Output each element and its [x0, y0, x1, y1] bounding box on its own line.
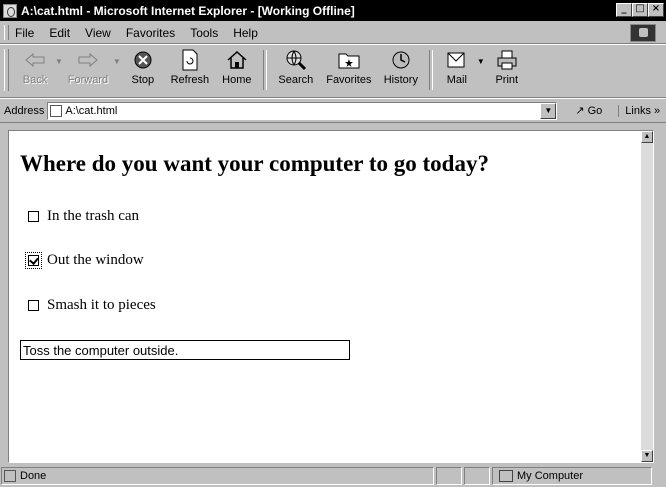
forward-dropdown-icon[interactable]: ▼ [113, 57, 121, 66]
history-label: History [383, 74, 418, 86]
menu-help[interactable]: Help [233, 26, 258, 40]
back-button[interactable]: Back [15, 45, 55, 95]
address-label: Address [4, 104, 45, 117]
search-label: Search [278, 74, 314, 86]
option-window: Out the window [25, 252, 144, 269]
search-button[interactable]: Search [271, 45, 321, 95]
home-button[interactable]: Home [215, 45, 259, 95]
links-button[interactable]: Links » [618, 104, 660, 117]
back-label: Back [22, 74, 48, 86]
favorites-label: Favorites [326, 74, 372, 86]
home-icon [226, 48, 248, 72]
menu-edit[interactable]: Edit [49, 26, 70, 40]
print-label: Print [495, 74, 519, 86]
page-content: Where do you want your computer to go to… [8, 130, 654, 463]
page-icon [50, 104, 63, 117]
mail-dropdown-icon[interactable]: ▼ [477, 57, 485, 66]
vertical-scrollbar[interactable]: ▲ ▼ [641, 131, 653, 462]
text-field[interactable]: Toss the computer outside. [20, 340, 350, 360]
print-button[interactable]: Print [485, 45, 529, 95]
printer-icon [496, 48, 518, 72]
links-label: Links [625, 104, 651, 117]
mail-label: Mail [446, 74, 467, 86]
address-bar: Address A:\cat.html ▼ ↗ Go Links » [0, 98, 666, 123]
mail-button[interactable]: Mail [437, 45, 477, 95]
menu-tools[interactable]: Tools [190, 26, 218, 40]
status-text-pane: Done [1, 467, 434, 485]
forward-label: Forward [67, 74, 109, 86]
status-zone-pane: My Computer [492, 467, 652, 485]
stop-label: Stop [131, 74, 155, 86]
favorites-folder-icon [338, 48, 360, 72]
toolbar-separator [428, 50, 433, 90]
back-dropdown-icon[interactable]: ▼ [55, 57, 63, 66]
standard-toolbar: Back ▼ Forward ▼ Stop Refresh Home Searc… [0, 44, 666, 98]
status-progress-pane [436, 467, 462, 485]
trash-checkbox[interactable] [28, 211, 39, 222]
status-bar: Done My Computer [0, 465, 666, 487]
page-heading: Where do you want your computer to go to… [20, 151, 489, 176]
option-trash: In the trash can [28, 208, 139, 225]
computer-icon [499, 470, 513, 482]
favorites-button[interactable]: Favorites [321, 45, 377, 95]
go-button[interactable]: ↗ Go [575, 104, 603, 118]
window-checkbox[interactable] [25, 252, 42, 269]
address-value: A:\cat.html [65, 104, 118, 117]
option-label: Out the window [47, 252, 144, 268]
address-input[interactable]: A:\cat.html ▼ [47, 101, 558, 120]
window-controls: _ □ × [616, 3, 664, 17]
page-done-icon [4, 470, 16, 482]
option-smash: Smash it to pieces [28, 297, 156, 314]
minimize-button[interactable]: _ [616, 3, 632, 17]
stop-button[interactable]: Stop [121, 45, 165, 95]
history-button[interactable]: History [377, 45, 425, 95]
forward-arrow-icon [77, 48, 99, 72]
window-title: A:\cat.html - Microsoft Internet Explore… [21, 3, 355, 18]
status-security-pane [464, 467, 490, 485]
maximize-button[interactable]: □ [632, 3, 648, 17]
windows-logo-throbber [630, 24, 656, 42]
option-label: In the trash can [47, 208, 140, 224]
menu-bar: File Edit View Favorites Tools Help [0, 22, 666, 44]
menu-view[interactable]: View [85, 26, 111, 40]
search-globe-icon [285, 48, 307, 72]
forward-button[interactable]: Forward [63, 45, 113, 95]
go-arrow-icon: ↗ [575, 105, 585, 117]
scroll-down-icon[interactable]: ▼ [641, 450, 653, 462]
title-bar[interactable]: A:\cat.html - Microsoft Internet Explore… [0, 0, 666, 21]
close-button[interactable]: × [648, 3, 664, 17]
option-label: Smash it to pieces [47, 297, 156, 313]
mail-icon [446, 48, 468, 72]
back-arrow-icon [24, 48, 46, 72]
home-label: Home [222, 74, 252, 86]
history-icon [390, 48, 412, 72]
ie-page-icon [3, 3, 17, 18]
toolbar-separator [262, 50, 267, 90]
zone-text: My Computer [517, 470, 584, 482]
toolbar-grip [4, 49, 9, 91]
scroll-up-icon[interactable]: ▲ [641, 131, 653, 143]
browser-window: A:\cat.html - Microsoft Internet Explore… [0, 0, 666, 487]
address-dropdown-icon[interactable]: ▼ [540, 102, 557, 119]
menu-file[interactable]: File [15, 26, 34, 40]
status-text: Done [20, 470, 47, 482]
menu-grip [4, 25, 9, 40]
go-label: Go [587, 104, 603, 117]
refresh-label: Refresh [170, 74, 210, 86]
menu-favorites[interactable]: Favorites [126, 26, 175, 40]
stop-icon [133, 48, 153, 72]
refresh-button[interactable]: Refresh [165, 45, 215, 95]
smash-checkbox[interactable] [28, 300, 39, 311]
refresh-icon [181, 48, 199, 72]
